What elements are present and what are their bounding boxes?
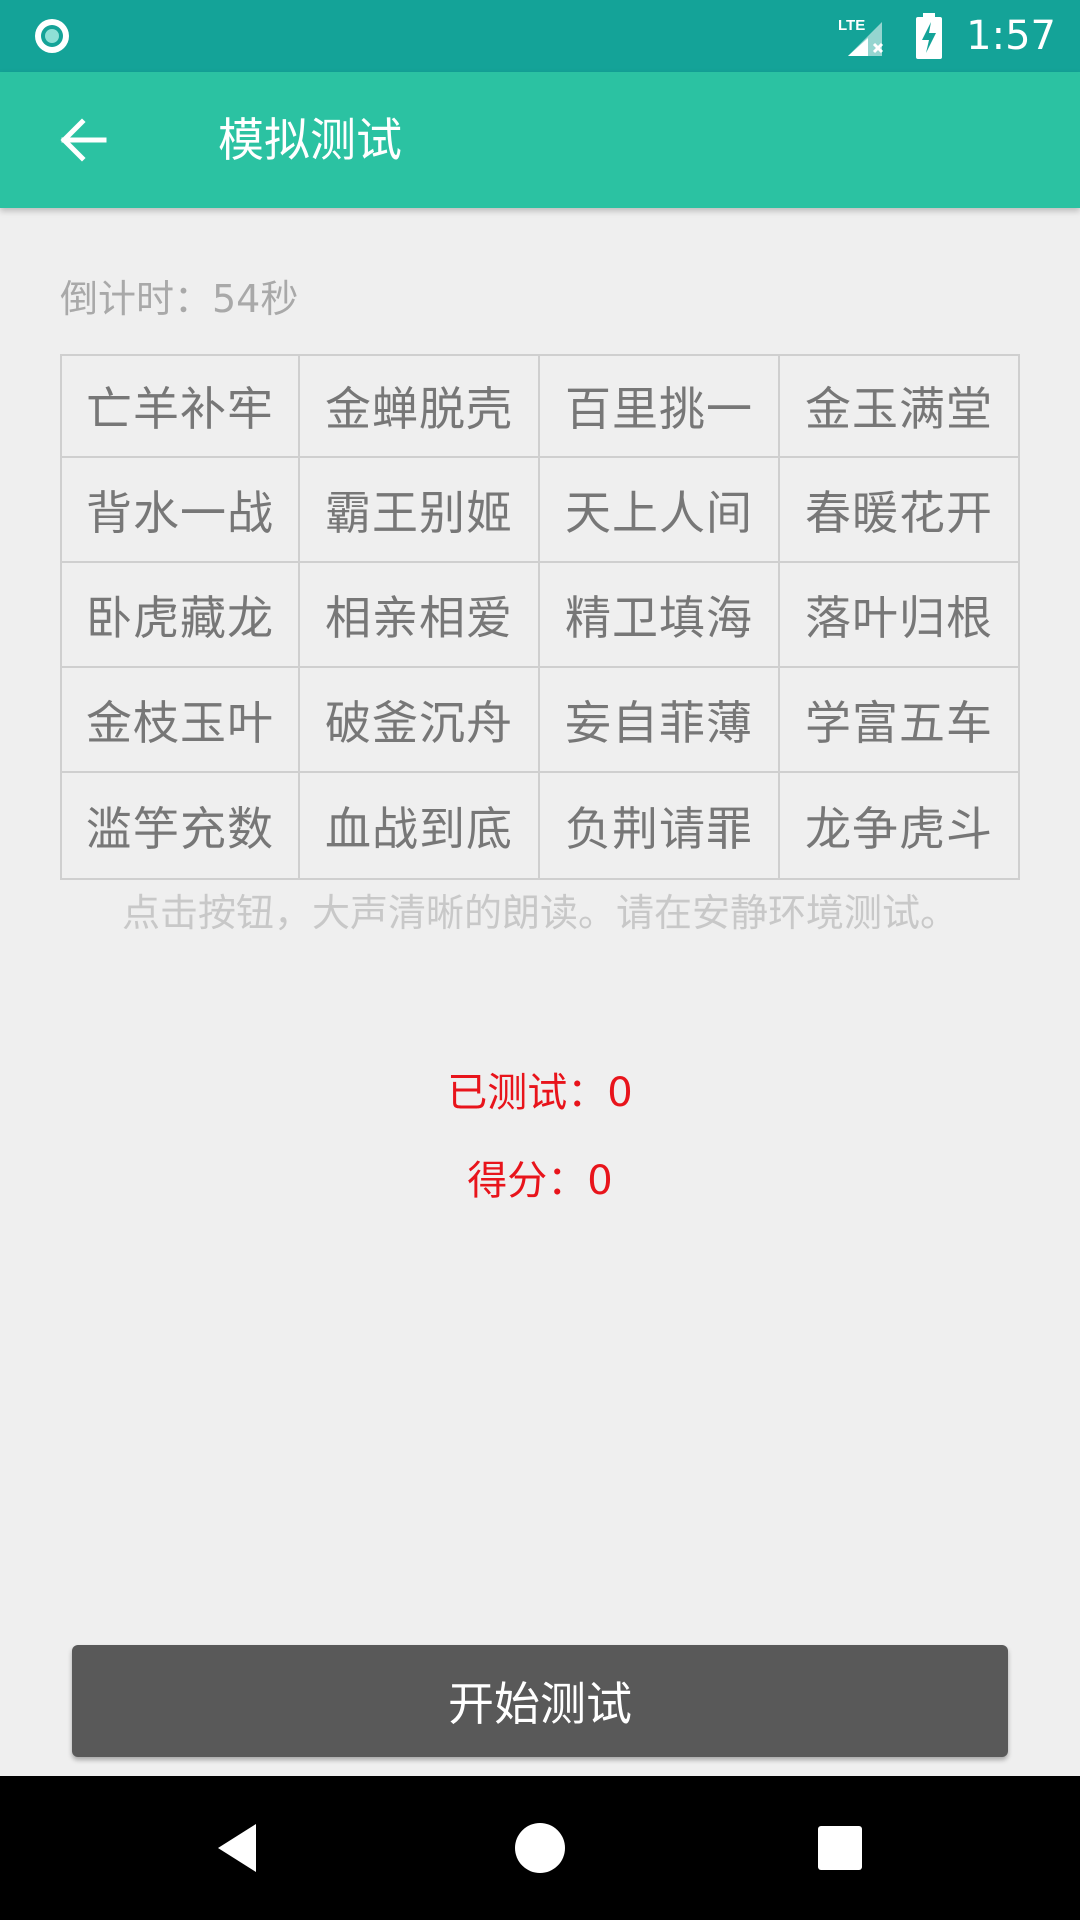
signal-icon: LTE [838,17,884,56]
idiom-cell: 滥竽充数 [62,773,300,878]
idiom-cell: 金玉满堂 [780,356,1018,458]
app-bar: 模拟测试 [0,72,1080,208]
idiom-cell: 落叶归根 [780,563,1018,668]
idiom-cell: 亡羊补牢 [62,356,300,458]
instruction-hint: 点击按钮，大声清晰的朗读。请在安静环境测试。 [121,891,958,935]
idiom-cell: 妄自菲薄 [540,668,780,773]
idiom-cell: 背水一战 [62,458,300,563]
idiom-cell: 百里挑一 [540,356,780,458]
tested-count: 已测试：0 [447,1070,633,1116]
battery-charging-icon [916,13,943,59]
system-nav-bar [0,1776,1080,1920]
idiom-cell: 春暖花开 [780,458,1018,563]
start-test-button[interactable]: 开始测试 [72,1645,1008,1757]
idiom-cell: 金枝玉叶 [62,668,300,773]
arrow-back-icon [60,118,107,162]
score-value: 得分：0 [467,1158,613,1204]
idiom-cell: 负荆请罪 [540,773,780,878]
nav-back-icon[interactable] [210,1818,270,1878]
page-title: 模拟测试 [218,113,402,167]
nav-recents-icon[interactable] [810,1818,870,1878]
status-right-group: LTE 1:57 [838,0,1056,72]
status-bar: LTE 1:57 [0,0,1080,72]
countdown-text: 倒计时：54秒 [60,277,299,321]
idiom-cell: 卧虎藏龙 [62,563,300,668]
idiom-cell: 血战到底 [300,773,540,878]
idiom-cell: 天上人间 [540,458,780,563]
nav-home-icon[interactable] [510,1818,570,1878]
idiom-grid: 亡羊补牢 金蝉脱壳 百里挑一 金玉满堂 背水一战 霸王别姬 天上人间 春暖花开 … [60,354,1020,880]
network-type-label: LTE [838,17,865,34]
idiom-cell: 金蝉脱壳 [300,356,540,458]
idiom-cell: 相亲相爱 [300,563,540,668]
idiom-cell: 霸王别姬 [300,458,540,563]
idiom-cell: 精卫填海 [540,563,780,668]
idiom-cell: 破釜沉舟 [300,668,540,773]
idiom-cell: 龙争虎斗 [805,801,993,856]
notification-circle-icon [35,19,69,53]
screen: LTE 1:57 模拟测试 倒计时：54秒 亡羊补牢 金蝉脱壳 百里挑一 金玉满… [0,0,1080,1920]
idiom-cell: 学富五车 [780,668,1018,773]
status-time: 1:57 [966,13,1056,59]
back-button[interactable] [50,108,114,172]
